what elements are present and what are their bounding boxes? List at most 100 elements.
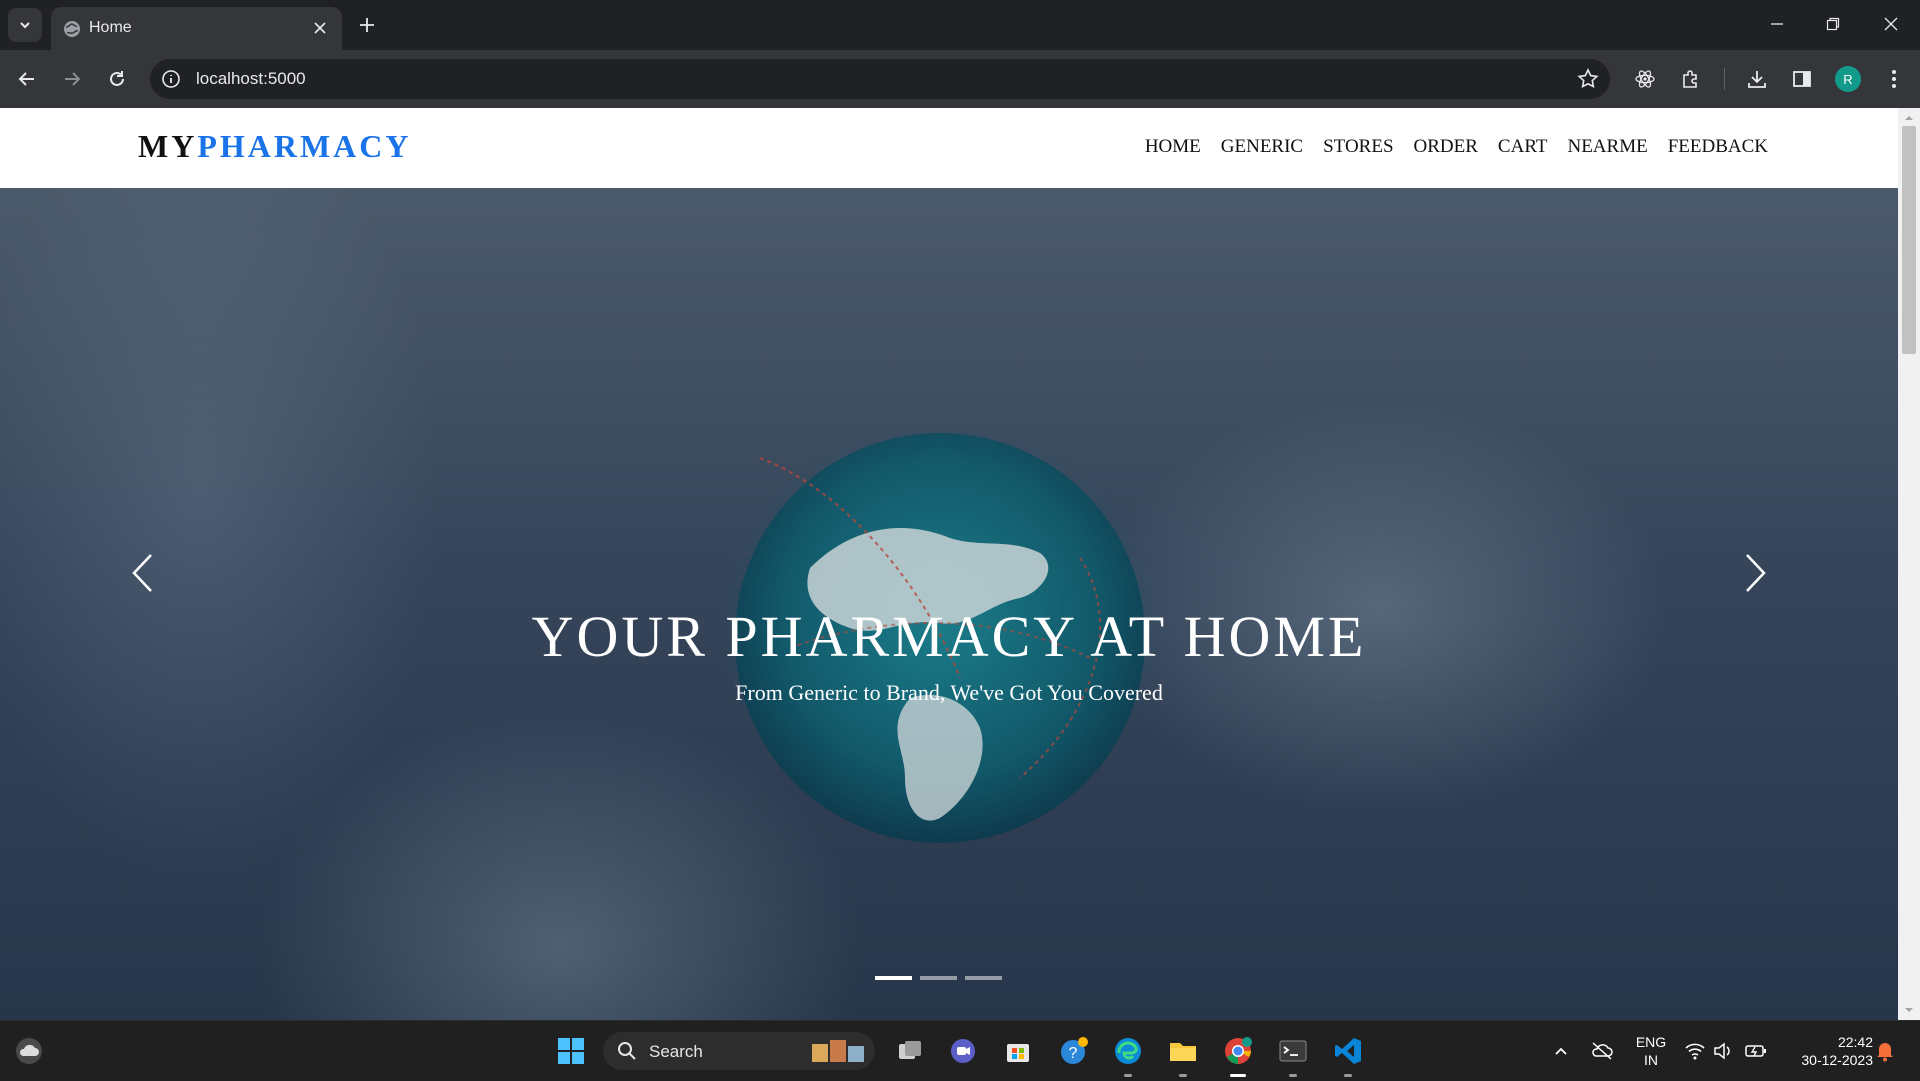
scroll-down-icon[interactable] (1903, 1004, 1915, 1016)
forward-button[interactable] (57, 64, 87, 94)
minimize-icon (1771, 23, 1783, 25)
minimize-button[interactable] (1763, 10, 1791, 38)
bell-icon (1877, 1043, 1893, 1062)
browser-toolbar: localhost:5000 R (0, 50, 1920, 108)
nav-link-feedback[interactable]: FEEDBACK (1668, 136, 1768, 158)
nav-link-stores[interactable]: STORES (1323, 136, 1393, 158)
running-indicator (1289, 1074, 1297, 1077)
vscode-button[interactable] (1331, 1034, 1365, 1068)
wifi-icon (1685, 1043, 1705, 1060)
microsoft-store-button[interactable] (1001, 1034, 1035, 1068)
start-button[interactable] (554, 1034, 588, 1068)
chrome-button[interactable] (1221, 1034, 1255, 1068)
get-help-button[interactable]: ? (1057, 1034, 1091, 1068)
network-status[interactable] (1680, 1034, 1710, 1068)
onedrive-status[interactable] (1585, 1034, 1619, 1068)
bookmark-star-icon[interactable] (1576, 67, 1600, 91)
side-panel-icon (1793, 71, 1811, 87)
carousel-prev-button[interactable] (122, 543, 162, 603)
side-panel-button[interactable] (1787, 64, 1817, 94)
site-info-icon[interactable] (160, 68, 182, 90)
region-code: IN (1644, 1052, 1658, 1068)
hero-subtitle: From Generic to Brand, We've Got You Cov… (735, 680, 1163, 705)
active-indicator (1230, 1074, 1246, 1077)
close-icon (1884, 17, 1898, 31)
carousel-indicator-1[interactable] (875, 976, 912, 980)
close-window-button[interactable] (1877, 10, 1905, 38)
browser-tab-home[interactable]: Home (51, 7, 342, 50)
input-language[interactable]: ENG IN (1628, 1033, 1674, 1069)
vscode-icon (1335, 1038, 1361, 1064)
nav-link-cart[interactable]: CART (1498, 136, 1548, 158)
teams-chat-button[interactable] (946, 1034, 980, 1068)
edge-icon (1115, 1038, 1141, 1064)
nav-link-nearme[interactable]: NEARME (1567, 136, 1647, 158)
toolbar-separator (1724, 68, 1725, 90)
file-explorer-button[interactable] (1166, 1034, 1200, 1068)
page-scrollbar[interactable] (1898, 108, 1920, 1020)
chevron-right-icon (1746, 554, 1766, 592)
download-icon (1748, 71, 1766, 88)
task-view-button[interactable] (893, 1034, 927, 1068)
terminal-button[interactable] (1276, 1034, 1310, 1068)
running-indicator (1179, 1074, 1187, 1077)
chevron-down-icon (20, 22, 30, 29)
scroll-up-icon[interactable] (1903, 112, 1915, 124)
clock[interactable]: 22:42 30-12-2023 (1783, 1033, 1873, 1069)
edge-browser-button[interactable] (1111, 1034, 1145, 1068)
address-bar[interactable]: localhost:5000 (150, 59, 1610, 99)
close-tab-button[interactable] (310, 18, 330, 38)
restore-button[interactable] (1819, 10, 1847, 38)
search-label: Search (649, 1042, 703, 1061)
taskbar-search[interactable]: Search (603, 1032, 875, 1070)
new-tab-button[interactable] (354, 12, 380, 38)
page-viewport: MYPHARMACY HOME GENERIC STORES ORDER CAR… (0, 108, 1898, 1020)
site-logo[interactable]: MYPHARMACY (138, 128, 412, 165)
nav-link-generic[interactable]: GENERIC (1221, 136, 1303, 158)
react-devtools-extension[interactable] (1630, 64, 1660, 94)
language-code: ENG (1635, 1034, 1667, 1050)
hero-carousel: YOUR PHARMACY AT HOME From Generic to Br… (0, 188, 1898, 1020)
clock-time: 22:42 (1837, 1034, 1873, 1050)
brand-part-my: MY (138, 128, 198, 164)
show-hidden-icons-button[interactable] (1546, 1034, 1576, 1068)
search-highlight-icon (812, 1040, 864, 1062)
nav-link-order[interactable]: ORDER (1414, 136, 1478, 158)
weather-widget[interactable] (12, 1034, 46, 1068)
close-icon (314, 22, 326, 34)
carousel-indicator-3[interactable] (965, 976, 1002, 980)
reload-icon (110, 71, 124, 86)
site-navbar: MYPHARMACY HOME GENERIC STORES ORDER CAR… (0, 108, 1898, 189)
help-icon: ? (1061, 1037, 1088, 1064)
search-icon (618, 1042, 636, 1060)
hero-title: YOUR PHARMACY AT HOME (531, 604, 1367, 669)
url-text[interactable]: localhost:5000 (196, 69, 306, 89)
plus-icon (360, 18, 374, 32)
back-button[interactable] (12, 64, 42, 94)
downloads-button[interactable] (1742, 64, 1772, 94)
carousel-next-button[interactable] (1736, 543, 1776, 603)
arrow-right-icon (65, 72, 81, 86)
puzzle-icon (1683, 70, 1697, 88)
tab-search-button[interactable] (8, 8, 42, 42)
more-vertical-icon (1892, 70, 1896, 88)
profile-avatar[interactable]: R (1835, 66, 1861, 92)
battery-status[interactable] (1741, 1034, 1771, 1068)
carousel-indicator-2[interactable] (920, 976, 957, 980)
clock-date: 30-12-2023 (1801, 1052, 1873, 1068)
scrollbar-thumb[interactable] (1902, 126, 1916, 354)
task-view-icon (899, 1041, 921, 1059)
nav-link-home[interactable]: HOME (1145, 136, 1201, 158)
browser-menu-button[interactable] (1879, 64, 1909, 94)
notifications-button[interactable] (1870, 1034, 1900, 1068)
chevron-up-icon (1555, 1047, 1567, 1055)
reload-button[interactable] (102, 64, 132, 94)
chrome-icon (1225, 1037, 1252, 1064)
weather-cloud-icon (16, 1038, 42, 1064)
extensions-button[interactable] (1676, 64, 1706, 94)
folder-icon (1170, 1043, 1196, 1061)
volume-status[interactable] (1708, 1034, 1738, 1068)
carousel-indicators (875, 976, 1002, 980)
running-indicator (1124, 1074, 1132, 1077)
arrow-left-icon (18, 72, 34, 86)
